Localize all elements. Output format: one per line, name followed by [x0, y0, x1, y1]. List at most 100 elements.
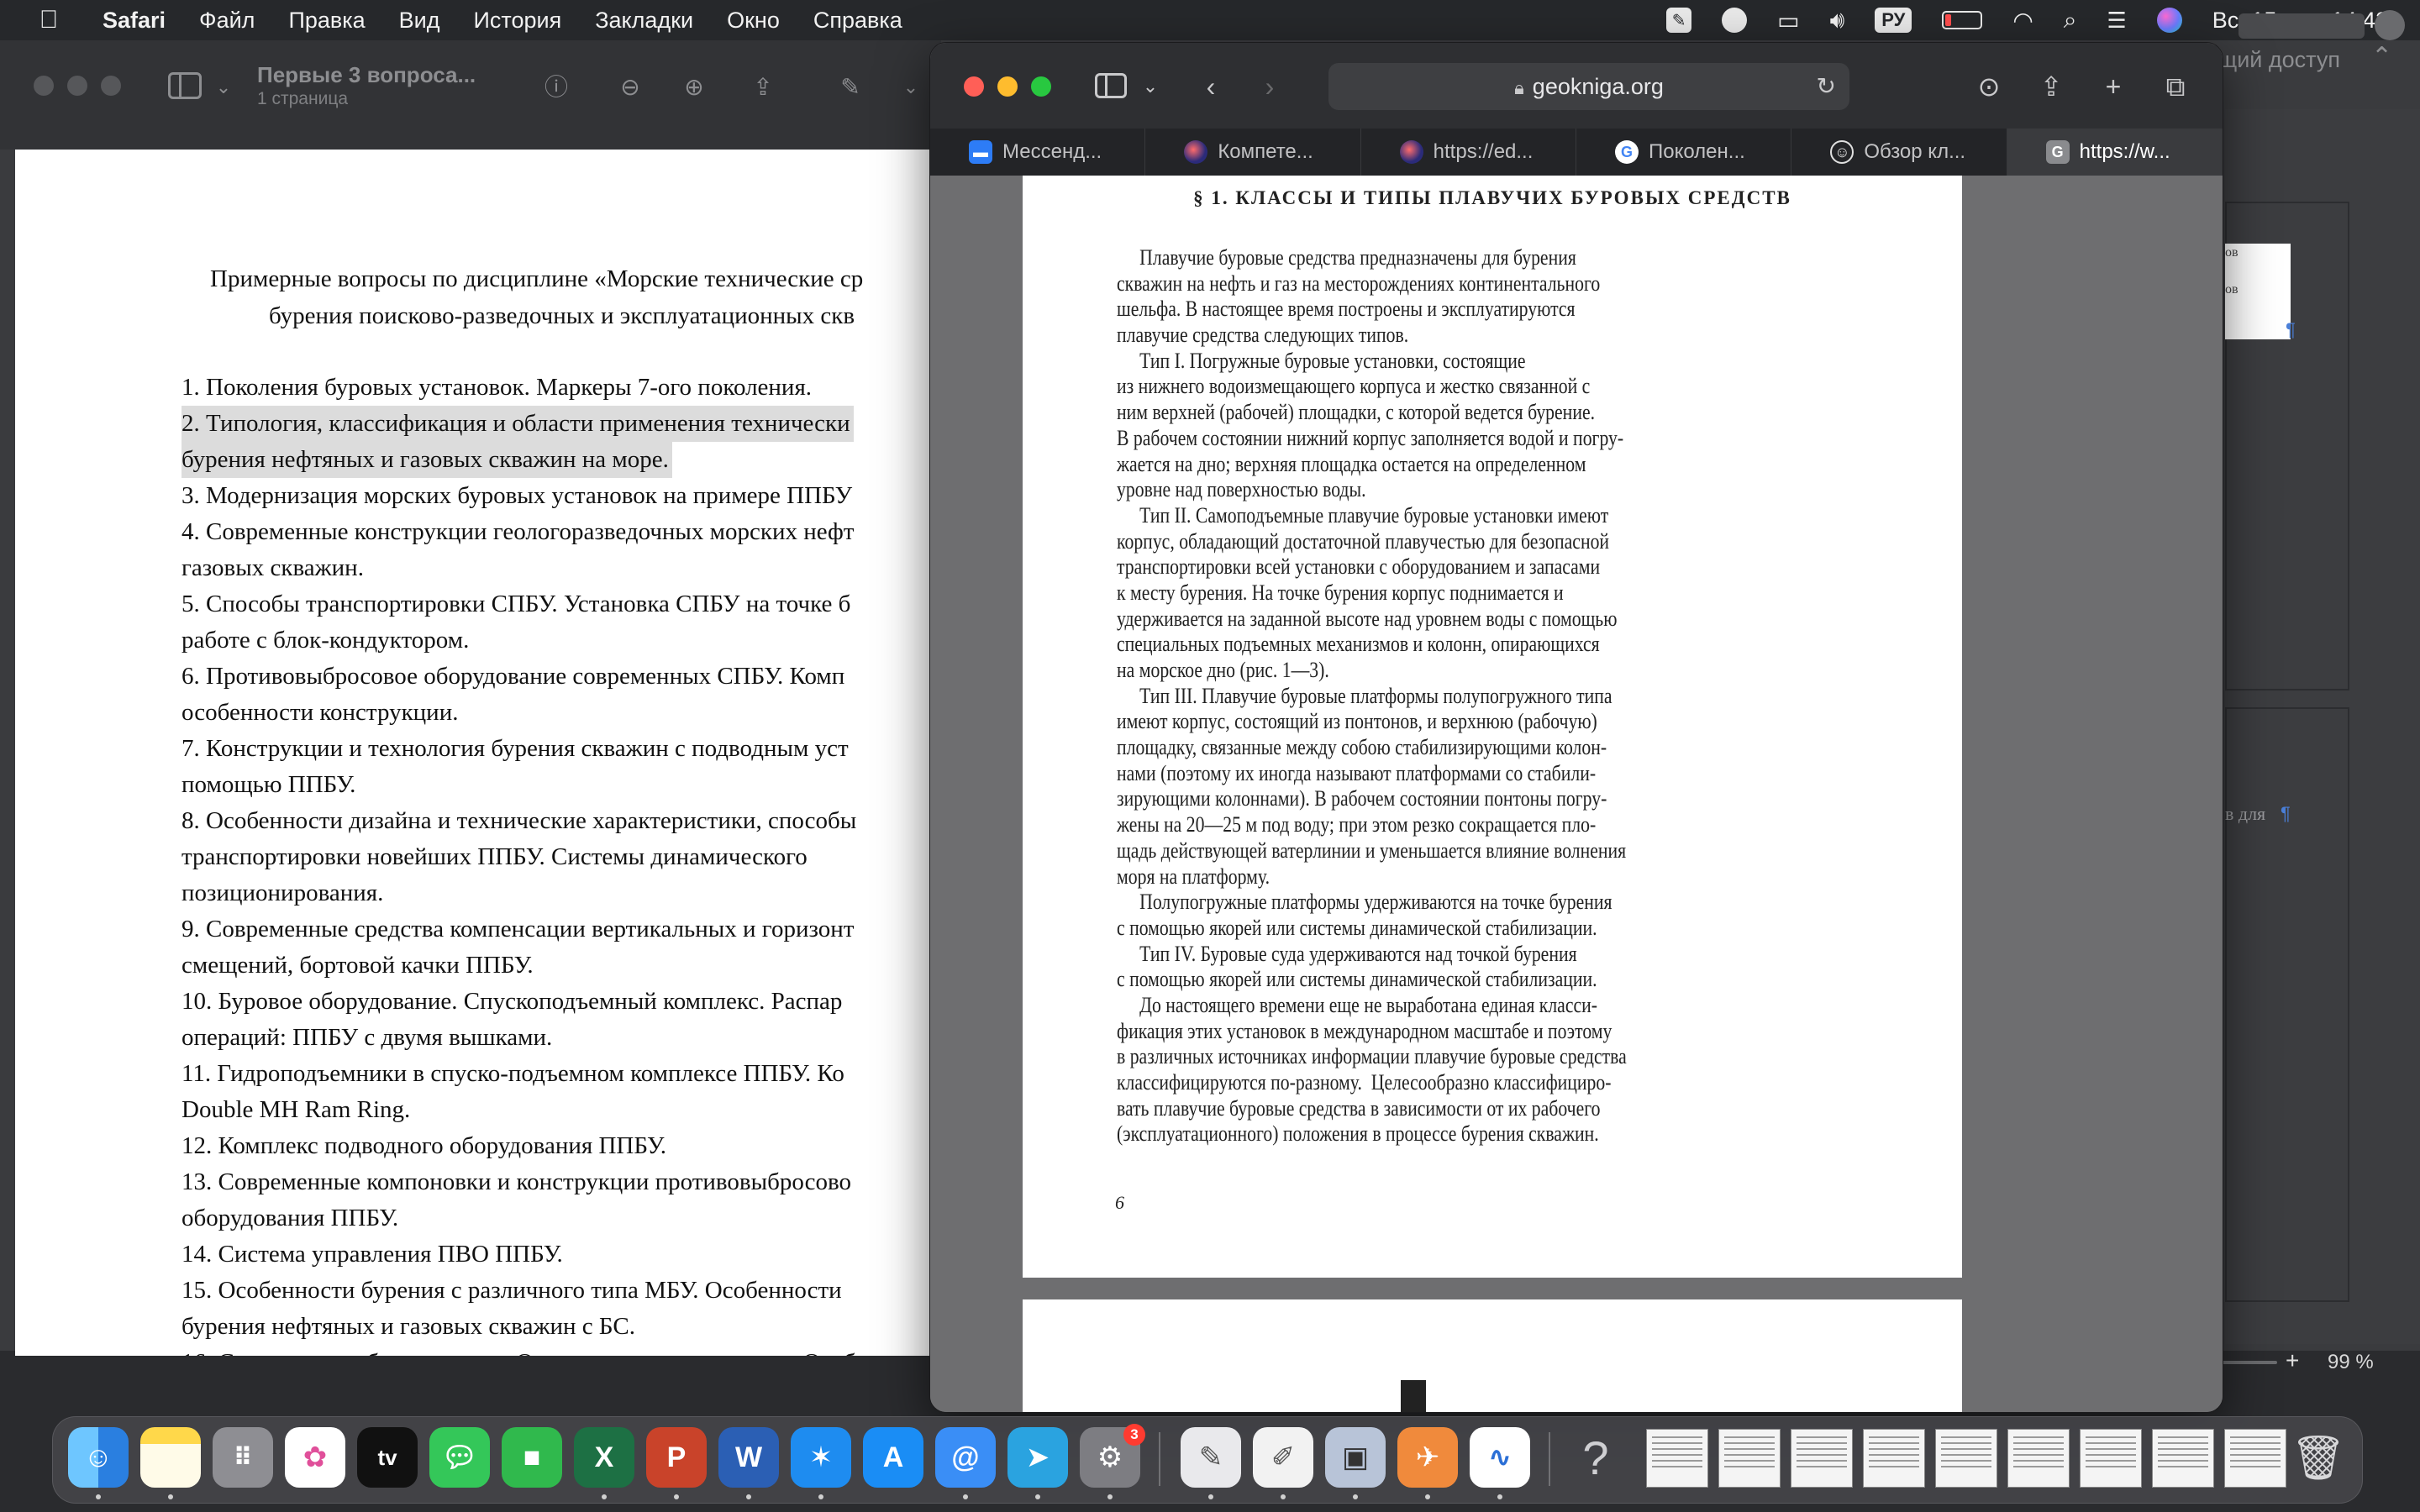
- trash-icon[interactable]: 🗑︎: [2288, 1427, 2349, 1488]
- question-line: 1. Поколения буровых установок. Маркеры …: [182, 370, 931, 406]
- tab-https-ed[interactable]: https://ed...: [1361, 129, 1576, 176]
- recent-document-thumbnail[interactable]: [1863, 1429, 1925, 1488]
- zoom-in-icon[interactable]: ⊕: [677, 71, 711, 104]
- safari-close-button[interactable]: [964, 76, 984, 97]
- menu-window[interactable]: Окно: [727, 8, 780, 34]
- preview-search-field[interactable]: [2238, 13, 2365, 39]
- zoom-slider[interactable]: [2218, 1361, 2277, 1364]
- new-tab-icon[interactable]: +: [2095, 68, 2132, 105]
- chevron-up-icon[interactable]: ⌃: [2371, 42, 2392, 71]
- preview-app-icon[interactable]: ▣: [1325, 1427, 1386, 1488]
- recent-document-thumbnail[interactable]: [1791, 1429, 1853, 1488]
- menu-edit[interactable]: Правка: [288, 8, 365, 34]
- menu-history[interactable]: История: [474, 8, 562, 34]
- zoom-level: 99 %: [2328, 1351, 2374, 1373]
- word-icon[interactable]: W: [718, 1427, 779, 1488]
- web-content[interactable]: § 1. КЛАССЫ И ТИПЫ ПЛАВУЧИХ БУРОВЫХ СРЕД…: [930, 176, 2223, 1412]
- tray-app-icon[interactable]: ✎: [1666, 0, 1692, 40]
- mail-client-icon[interactable]: @: [935, 1427, 996, 1488]
- tab-overview-icon[interactable]: ⧉: [2157, 68, 2194, 105]
- preview-account-icon[interactable]: [2375, 10, 2405, 40]
- system-preferences-icon[interactable]: ⚙ 3: [1080, 1424, 1145, 1488]
- apple-logo-icon[interactable]: : [32, 6, 66, 34]
- help-question-icon[interactable]: ?: [1565, 1427, 1626, 1488]
- photos-icon[interactable]: ✿: [285, 1427, 345, 1488]
- volume-icon[interactable]: 🔊︎: [1830, 0, 1845, 40]
- share-icon[interactable]: ⇪: [2033, 68, 2070, 105]
- notes-icon[interactable]: [140, 1427, 201, 1488]
- tab-label: Обзор кл...: [1864, 140, 1966, 163]
- app-store-icon[interactable]: A: [863, 1427, 923, 1488]
- chevron-down-icon[interactable]: ⌄: [1132, 68, 1169, 105]
- preview-zoom-button[interactable]: [101, 76, 121, 96]
- swift-playgrounds-icon[interactable]: ✈: [1397, 1427, 1458, 1488]
- forward-arrow-icon[interactable]: ›: [1251, 68, 1288, 105]
- safari-zoom-button[interactable]: [1031, 76, 1051, 97]
- thumbnail-frame[interactable]: [2225, 707, 2349, 1302]
- address-bar[interactable]: 🔒︎ geokniga.org ↻: [1328, 63, 1849, 110]
- zoom-plus-icon[interactable]: +: [2286, 1347, 2299, 1374]
- recent-document-thumbnail[interactable]: [1646, 1429, 1708, 1488]
- launchpad-icon[interactable]: ⠿: [213, 1427, 273, 1488]
- sidebar-toggle-icon[interactable]: [168, 72, 202, 99]
- siri-icon[interactable]: [2156, 0, 2182, 40]
- question-text: 2. Типология, классификация и области пр…: [182, 406, 854, 442]
- preview-document-title: Первые 3 вопроса...: [257, 62, 476, 87]
- safari-minimize-button[interactable]: [997, 76, 1018, 97]
- menu-bookmarks[interactable]: Закладки: [595, 8, 693, 34]
- safari-icon[interactable]: ✶: [791, 1427, 851, 1488]
- tab-messenger[interactable]: ▬ Мессенд...: [930, 129, 1146, 176]
- zoom-out-icon[interactable]: ⊖: [613, 71, 647, 104]
- recent-document-thumbnail[interactable]: [2007, 1429, 2070, 1488]
- question-line: транспортировки новейших ППБУ. Системы д…: [182, 839, 931, 875]
- chevron-down-icon[interactable]: ⌄: [207, 71, 240, 104]
- question-line: помощью ППБУ.: [182, 767, 931, 803]
- excel-icon[interactable]: X: [574, 1427, 634, 1488]
- tab-bar: ▬ Мессенд... Компете... https://ed... G …: [930, 129, 2223, 176]
- control-center-icon[interactable]: ☰: [2107, 0, 2126, 40]
- preview-close-button[interactable]: [34, 76, 54, 96]
- recent-document-thumbnail[interactable]: [2224, 1429, 2286, 1488]
- facetime-icon[interactable]: ■: [502, 1427, 562, 1488]
- tab-https-w-active[interactable]: G https://w...: [2007, 129, 2223, 176]
- thumbnail-page[interactable]: ов ов: [2225, 244, 2291, 339]
- messages-icon[interactable]: 💬︎: [429, 1427, 490, 1488]
- reload-icon[interactable]: ↻: [1817, 63, 1836, 110]
- tab-overview[interactable]: ☺ Обзор кл...: [1791, 129, 2007, 176]
- display-icon[interactable]: ▭: [1777, 0, 1799, 40]
- info-icon[interactable]: ⓘ: [539, 71, 573, 104]
- apple-tv-icon[interactable]: tv: [357, 1427, 418, 1488]
- shared-access-label[interactable]: щий доступ: [2218, 47, 2340, 73]
- telegram-tray-icon[interactable]: [1722, 0, 1748, 40]
- finder-icon[interactable]: ☺: [68, 1427, 129, 1488]
- menu-file[interactable]: Файл: [199, 8, 255, 34]
- sidebar-toggle-icon[interactable]: [1095, 73, 1127, 98]
- recent-document-thumbnail[interactable]: [2152, 1429, 2214, 1488]
- freeform-icon[interactable]: ∿: [1470, 1427, 1530, 1488]
- preview-minimize-button[interactable]: [67, 76, 87, 96]
- markup-chevron-icon[interactable]: ⌄: [894, 71, 928, 104]
- menu-help[interactable]: Справка: [813, 8, 902, 34]
- recent-document-thumbnail[interactable]: [1718, 1429, 1781, 1488]
- recent-document-thumbnail[interactable]: [1935, 1429, 1997, 1488]
- question-line: 2. Типология, классификация и области пр…: [182, 406, 931, 442]
- question-text: бурения нефтяных и газовых скважин на мо…: [182, 442, 672, 478]
- powerpoint-icon[interactable]: P: [646, 1427, 707, 1488]
- script-editor-icon[interactable]: ✎: [1181, 1427, 1241, 1488]
- battery-icon[interactable]: [1942, 0, 1983, 40]
- textedit-icon[interactable]: ✐: [1253, 1427, 1313, 1488]
- share-icon[interactable]: ⇪: [746, 71, 780, 104]
- tab-competencies[interactable]: Компете...: [1145, 129, 1361, 176]
- menu-view[interactable]: Вид: [399, 8, 440, 34]
- recent-document-thumbnail[interactable]: [2080, 1429, 2142, 1488]
- downloads-icon[interactable]: ⊙: [1970, 68, 2007, 105]
- tab-generations[interactable]: G Поколен...: [1576, 129, 1792, 176]
- wifi-icon[interactable]: ◠: [2012, 0, 2033, 40]
- markup-pen-icon[interactable]: ✎: [834, 71, 867, 104]
- input-language-badge[interactable]: РУ: [1875, 0, 1912, 40]
- spotlight-search-icon[interactable]: ⌕: [2064, 0, 2077, 40]
- telegram-icon[interactable]: ➤: [1007, 1427, 1068, 1488]
- running-indicator: [602, 1494, 607, 1499]
- menu-app-name[interactable]: Safari: [103, 8, 166, 34]
- back-arrow-icon[interactable]: ‹: [1192, 68, 1229, 105]
